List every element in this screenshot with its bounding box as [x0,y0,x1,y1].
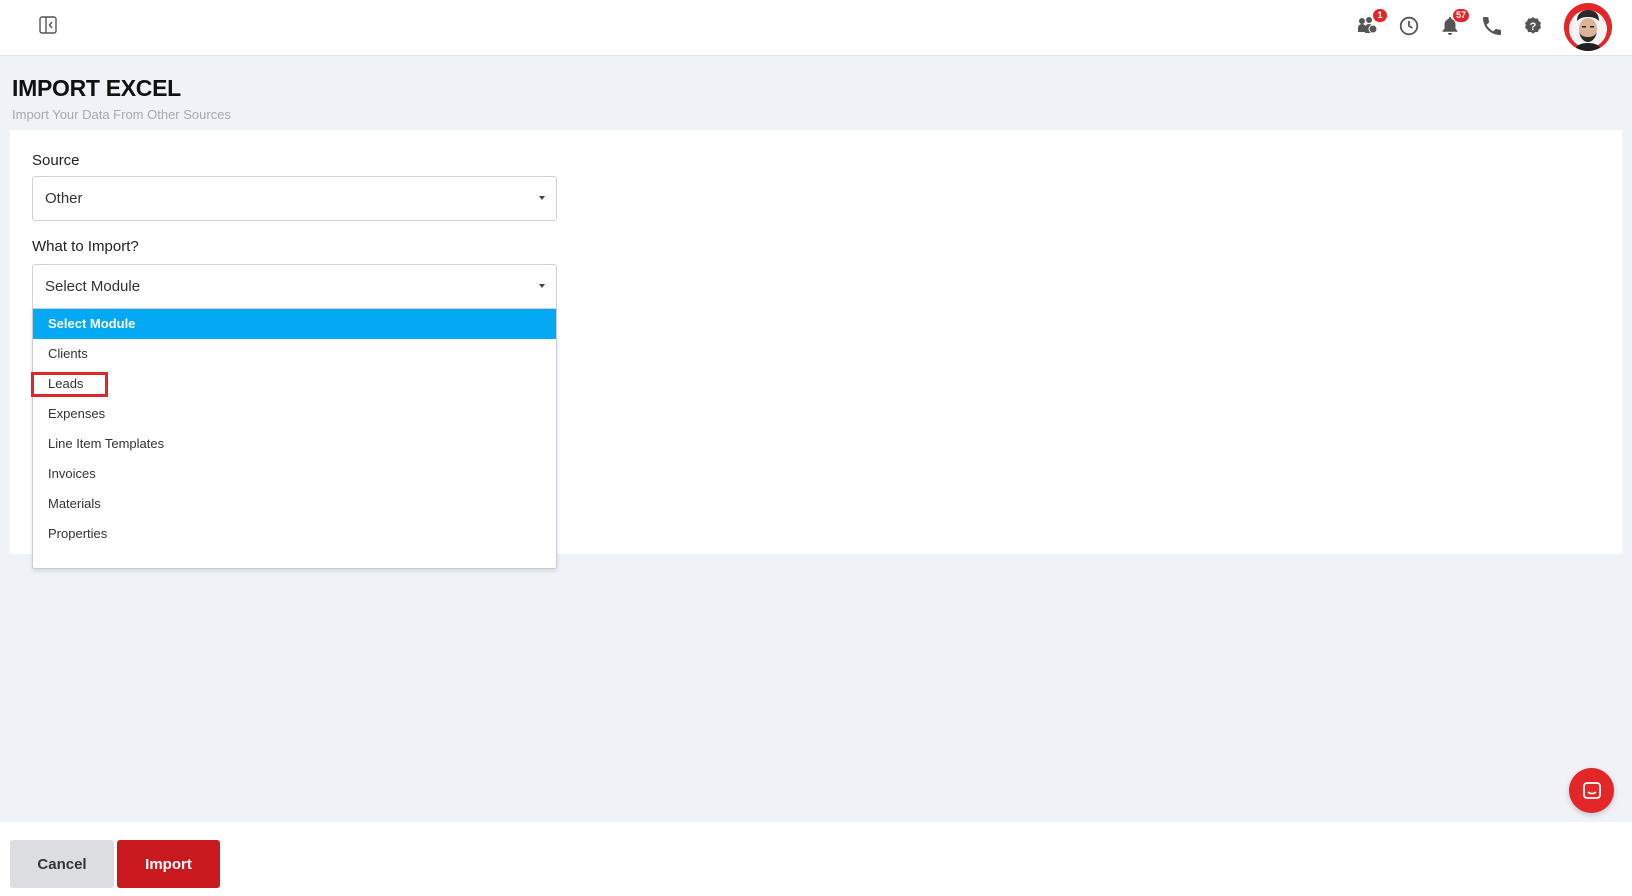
clock-icon[interactable] [1398,15,1420,37]
source-select-value: Other [45,190,83,207]
module-option-line-item-templates[interactable]: Line Item Templates [33,429,556,459]
source-label: Source [32,152,80,169]
chat-icon [1582,781,1601,799]
import-button[interactable]: Import [117,840,220,888]
chevron-down-icon [539,196,545,200]
team-icon[interactable]: 1 [1357,9,1387,37]
top-bar: 1 57 ? [0,0,1632,56]
avatar[interactable] [1564,3,1612,51]
module-option-materials[interactable]: Materials [33,489,556,519]
module-select-value: Select Module [45,278,141,295]
sidebar-toggle-icon[interactable] [38,15,58,35]
module-option-expenses[interactable]: Expenses [33,399,556,429]
module-option-properties[interactable]: Properties [33,519,556,549]
phone-icon[interactable] [1481,15,1503,37]
bell-icon[interactable]: 57 [1439,9,1469,37]
svg-text:?: ? [1530,21,1537,33]
chat-button[interactable] [1569,768,1614,813]
module-label: What to Import? [32,238,139,255]
module-dropdown-list: Select Module Clients Leads Expenses Lin… [32,309,557,569]
page-subtitle: Import Your Data From Other Sources [12,107,231,122]
module-select[interactable]: Select Module [32,264,557,309]
help-icon[interactable]: ? [1522,15,1544,37]
footer-actions: Cancel Import [0,822,1632,896]
module-option-select-module[interactable]: Select Module [33,309,556,339]
page-title: IMPORT EXCEL [12,75,181,101]
cancel-button[interactable]: Cancel [10,840,114,888]
notifications-badge: 57 [1452,9,1469,22]
source-select[interactable]: Other [32,176,557,221]
module-option-leads[interactable]: Leads [33,369,556,399]
module-option-invoices[interactable]: Invoices [33,459,556,489]
team-badge: 1 [1373,9,1387,22]
module-option-clients[interactable]: Clients [33,339,556,369]
chevron-down-icon [539,284,545,288]
